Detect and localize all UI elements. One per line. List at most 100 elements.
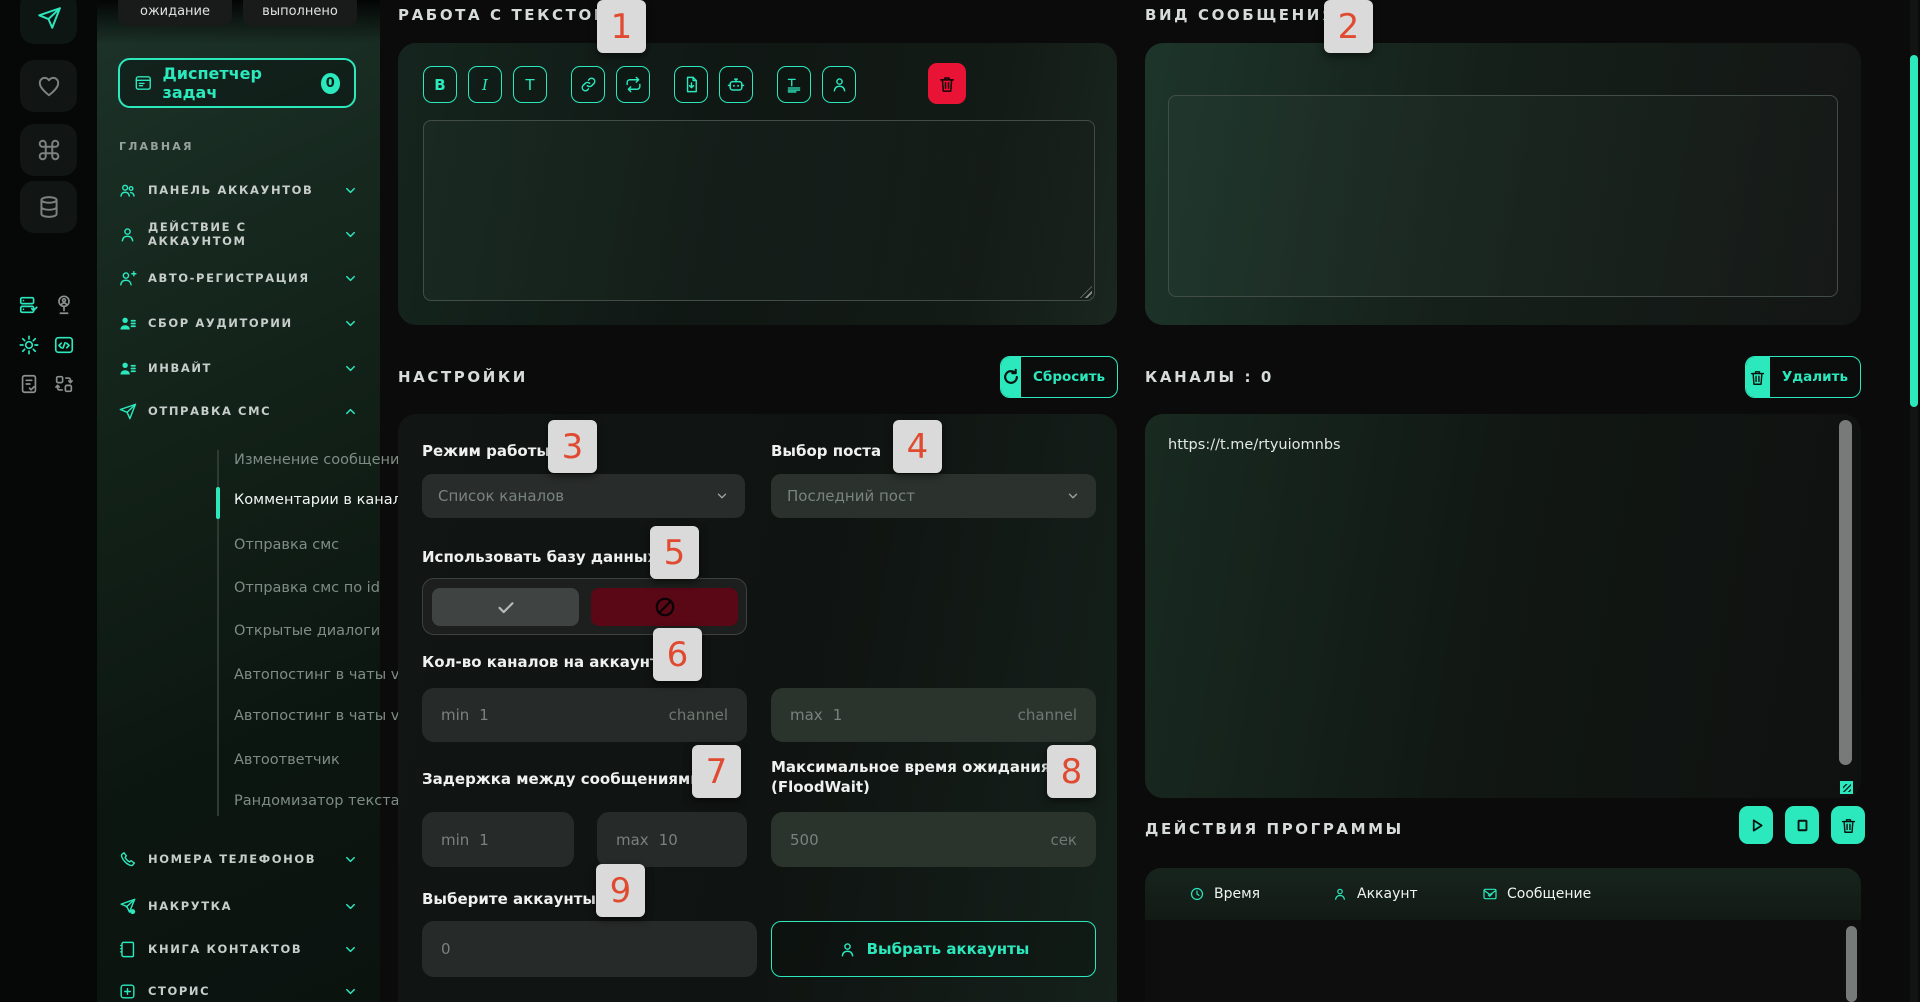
document-check-icon[interactable]: [17, 372, 41, 396]
db-off-button[interactable]: [591, 588, 738, 626]
submenu-edit-messages[interactable]: Изменение сообщений: [234, 452, 409, 468]
chevron-down-icon: [343, 899, 358, 914]
sidebar-item-send-sms[interactable]: ОТПРАВКА СМС: [118, 398, 358, 424]
server-check-icon[interactable]: [17, 293, 41, 317]
sidebar-item-auto-registration[interactable]: АВТО-РЕГИСТРАЦИЯ: [118, 265, 358, 291]
select-accounts-button[interactable]: Выбрать аккаунты: [771, 921, 1096, 977]
chevron-down-icon: [343, 227, 358, 242]
icon-rail: [0, 0, 97, 1002]
post-select[interactable]: Последний пост: [771, 474, 1096, 518]
heart-icon[interactable]: [20, 60, 77, 112]
channels-scrollbar[interactable]: [1839, 420, 1852, 765]
delete-channels-button[interactable]: Удалить: [1745, 356, 1861, 398]
channels-min-input[interactable]: min1 channel: [422, 688, 747, 742]
trash-icon: [1839, 816, 1858, 835]
bold-button[interactable]: B: [423, 66, 457, 103]
stop-button[interactable]: [1785, 806, 1819, 844]
delay-max-input[interactable]: max10: [597, 812, 747, 867]
command-icon[interactable]: [20, 124, 77, 176]
database-icon[interactable]: [20, 181, 77, 233]
submenu-autoresponder[interactable]: Автоответчик: [234, 752, 340, 768]
program-actions-title: ДЕЙСТВИЯ ПРОГРАММЫ: [1145, 820, 1404, 838]
message-view-panel: [1145, 43, 1861, 325]
chevron-down-icon: [343, 942, 358, 957]
repeat-icon: [624, 75, 643, 94]
sidebar-item-contact-book[interactable]: КНИГА КОНТАКТОВ: [118, 936, 358, 962]
link-button[interactable]: [571, 66, 605, 103]
chevron-down-icon: [343, 271, 358, 286]
page-scrollbar-thumb[interactable]: [1910, 55, 1918, 407]
sidebar: ожидание выполнено Диспетчер задач 0 ГЛА…: [97, 0, 380, 1002]
file-download-button[interactable]: [674, 66, 708, 103]
text-format-icon: [785, 76, 803, 94]
channel-list-item[interactable]: https://t.me/rtyuiomnbs: [1168, 437, 1341, 453]
db-on-button[interactable]: [432, 588, 579, 626]
robot-icon: [726, 75, 746, 95]
annotation-badge-6: 6: [653, 628, 702, 681]
repeat-button[interactable]: [616, 66, 650, 103]
chevron-down-icon: [715, 489, 729, 503]
stop-icon: [1793, 816, 1812, 835]
floodwait-input[interactable]: 500 сек: [771, 812, 1096, 867]
clear-log-button[interactable]: [1831, 806, 1865, 844]
swap-icon[interactable]: [52, 372, 76, 396]
code-window-icon[interactable]: [52, 333, 76, 357]
delete-text-button[interactable]: [928, 63, 966, 104]
channels-max-input[interactable]: max1 channel: [771, 688, 1096, 742]
submenu-text-randomizer[interactable]: Рандомизатор текста: [234, 793, 400, 809]
delay-min-input[interactable]: min1: [422, 812, 574, 867]
log-col-message: Сообщение: [1482, 886, 1591, 902]
mail-check-icon: [1482, 886, 1498, 902]
sidebar-item-invite[interactable]: ИНВАЙТ: [118, 355, 358, 381]
chevron-down-icon: [1066, 489, 1080, 503]
sidebar-item-account-action[interactable]: ДЕЙСТВИЕ С АККАУНТОМ: [118, 221, 358, 247]
person-camera-icon[interactable]: [52, 293, 76, 317]
status-waiting-button[interactable]: ожидание: [118, 0, 232, 26]
message-view-title: ВИД СООБЩЕНИЯ: [1145, 6, 1336, 24]
channels-title: КАНАЛЫ : 0: [1145, 368, 1274, 386]
reset-button[interactable]: Сбросить: [1000, 356, 1118, 398]
mode-select[interactable]: Список каналов: [422, 474, 745, 518]
submenu-channel-comments[interactable]: Комментарии в канале: [234, 492, 411, 508]
log-scrollbar[interactable]: [1846, 926, 1857, 1002]
person-icon: [830, 75, 849, 94]
send-badge-icon: [118, 897, 137, 916]
accounts-count-input[interactable]: 0: [422, 921, 757, 977]
task-manager-badge: 0: [321, 73, 340, 94]
sidebar-item-phone-numbers[interactable]: НОМЕРА ТЕЛЕФОНОВ: [118, 846, 358, 872]
text-button[interactable]: T: [513, 66, 547, 103]
user-list-icon: [118, 314, 137, 333]
start-button[interactable]: [1739, 806, 1773, 844]
submenu-open-dialogs[interactable]: Открытые диалоги: [234, 623, 380, 639]
task-manager-button[interactable]: Диспетчер задач 0: [118, 58, 356, 108]
actions-log-table: Время Аккаунт Сообщение: [1145, 868, 1861, 1002]
italic-button[interactable]: I: [468, 66, 502, 103]
nav-section-main: ГЛАВНАЯ: [119, 140, 194, 153]
submenu-send-sms-by-id[interactable]: Отправка смс по id: [234, 580, 380, 596]
log-col-time: Время: [1189, 886, 1332, 902]
submenu-autoposting-v1[interactable]: Автопостинг в чаты v1: [234, 667, 409, 683]
chevron-down-icon: [343, 316, 358, 331]
textarea-resize-handle[interactable]: [1080, 286, 1092, 298]
status-done-button[interactable]: выполнено: [243, 0, 357, 26]
text-format-button[interactable]: [777, 66, 811, 103]
annotation-badge-2: 2: [1324, 0, 1373, 53]
sidebar-item-audience-collect[interactable]: СБОР АУДИТОРИИ: [118, 310, 358, 336]
gear-icon[interactable]: [17, 333, 41, 357]
active-submenu-bar: [216, 487, 220, 519]
sidebar-item-accounts-panel[interactable]: ПАНЕЛЬ АККАУНТОВ: [118, 177, 358, 203]
chevron-down-icon: [343, 984, 358, 999]
chevron-down-icon: [343, 361, 358, 376]
submenu-autoposting-v2[interactable]: Автопостинг в чаты v2: [234, 708, 409, 724]
post-label: Выбор поста: [771, 441, 881, 461]
sidebar-item-stories[interactable]: СТОРИС: [118, 978, 358, 1002]
sidebar-item-boosting[interactable]: НАКРУТКА: [118, 893, 358, 919]
book-icon: [118, 940, 137, 959]
message-textarea[interactable]: [423, 120, 1095, 301]
submenu-send-sms[interactable]: Отправка смс: [234, 537, 339, 553]
robot-button[interactable]: [719, 66, 753, 103]
channels-panel: [1145, 414, 1861, 798]
channels-resize-handle[interactable]: [1840, 781, 1853, 794]
app-send-icon[interactable]: [20, 0, 77, 44]
person-button[interactable]: [822, 66, 856, 103]
